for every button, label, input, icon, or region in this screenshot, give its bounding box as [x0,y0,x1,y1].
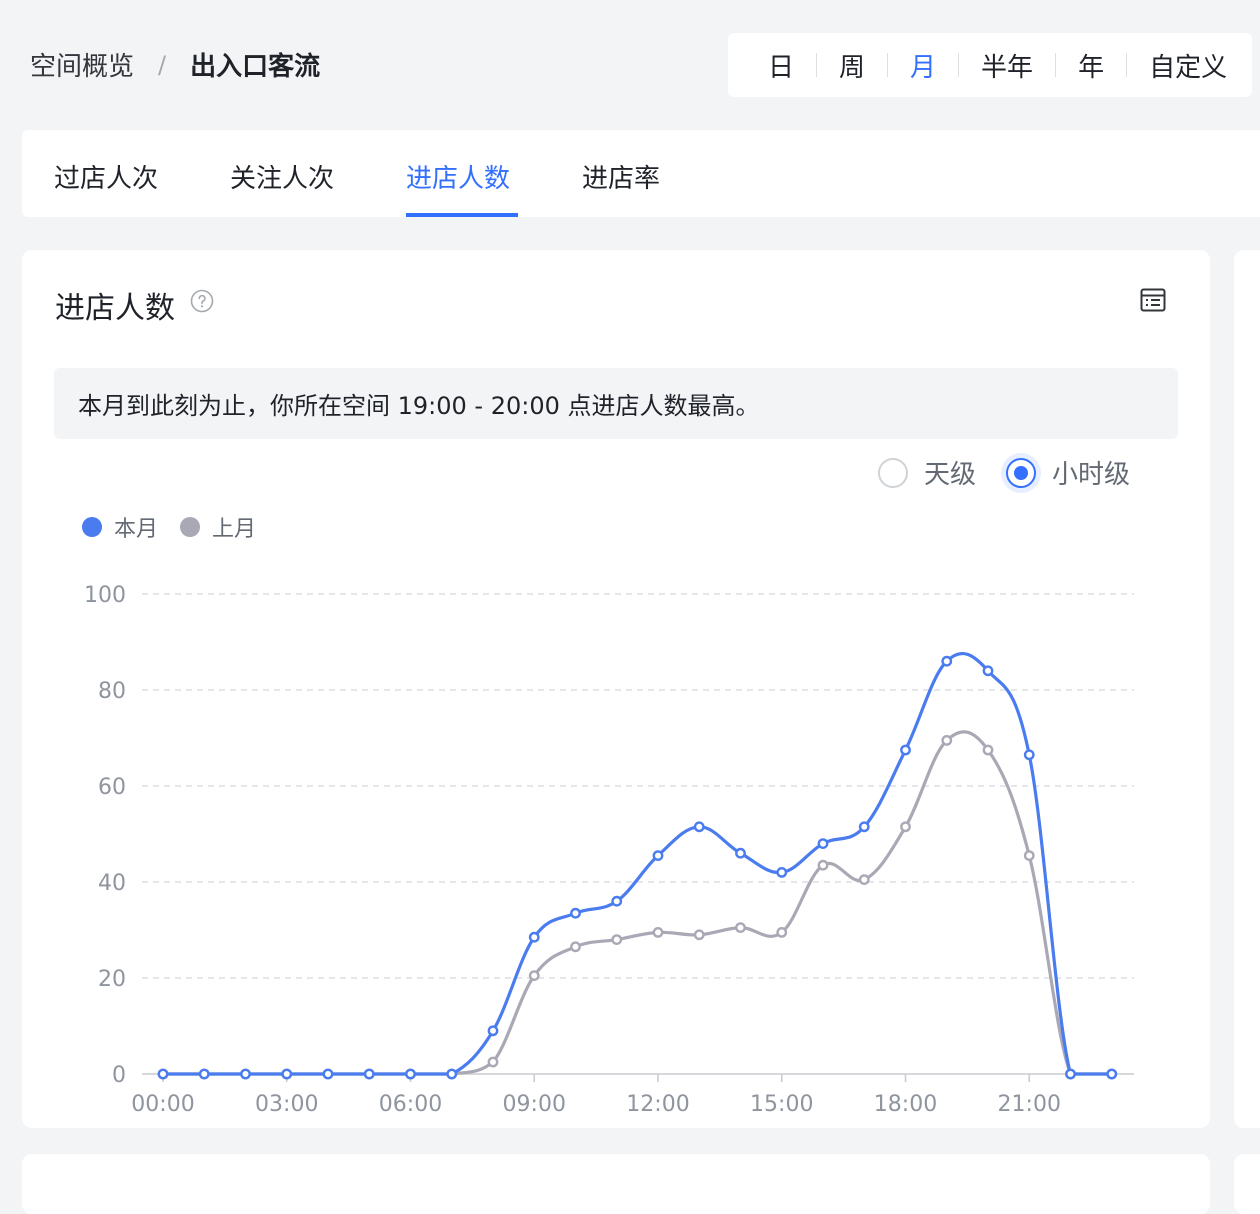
data-point-last-month [982,744,994,756]
data-point-this-month [1065,1068,1076,1080]
data-point-last-month [1023,850,1035,861]
y-tick-label: 40 [98,871,126,896]
breadcrumb: 空间概览 / 出入口客流 [30,46,320,83]
data-point-this-month [528,931,540,943]
data-point-last-month [693,929,705,941]
time-range-switch: 日 周 月 半年 年 自定义 [728,33,1252,97]
tab-passing-visits[interactable]: 过店人次 [54,158,158,195]
data-point-this-month [405,1068,416,1080]
data-point-this-month [776,867,788,878]
store-entries-card: 进店人数 本月到此刻为止，你所在空间 19:00 - 20:00 点进店人数最高… [22,250,1210,1128]
y-tick-label: 60 [98,775,126,800]
x-tick-label: 06:00 [379,1092,442,1117]
data-point-last-month [652,927,664,938]
range-day[interactable]: 日 [746,47,816,84]
x-tick-label: 21:00 [998,1092,1061,1117]
data-point-last-month [570,941,581,953]
data-point-this-month [1023,749,1035,761]
data-point-last-month [776,927,788,938]
data-point-last-month [817,859,829,871]
data-point-last-month [611,934,623,945]
data-point-last-month [941,734,953,746]
series-line-this-month [163,651,1112,1076]
data-point-this-month [363,1068,375,1080]
y-tick-label: 80 [98,679,126,704]
tab-entry-rate[interactable]: 进店率 [582,158,660,195]
data-point-this-month [281,1068,293,1080]
x-tick-label: 18:00 [874,1092,937,1117]
data-point-this-month [982,665,994,677]
data-point-this-month [487,1025,499,1037]
range-half-year[interactable]: 半年 [959,47,1055,84]
next-card [22,1154,1210,1214]
active-tab-indicator [406,213,518,217]
range-year[interactable]: 年 [1056,47,1126,84]
breadcrumb-separator: / [158,50,167,79]
data-point-last-month [858,874,870,885]
tab-store-entries[interactable]: 进店人数 [406,158,510,195]
data-point-last-month [900,821,911,833]
y-tick-label: 0 [112,1063,126,1088]
breadcrumb-current: 出入口客流 [190,52,321,82]
top-bar: 空间概览 / 出入口客流 日 周 月 半年 年 自定义 [0,0,1260,120]
x-tick-label: 15:00 [750,1092,813,1117]
data-point-this-month [570,907,581,919]
y-tick-label: 20 [98,967,126,992]
data-point-this-month [1106,1068,1118,1080]
range-week[interactable]: 周 [817,47,887,84]
data-point-this-month [858,821,870,833]
data-point-this-month [198,1068,210,1080]
x-tick-label: 12:00 [626,1092,689,1117]
data-point-this-month [446,1068,458,1080]
x-tick-label: 09:00 [503,1092,566,1117]
x-tick-label: 00:00 [131,1092,194,1117]
data-point-this-month [900,744,911,756]
series-line-last-month [163,730,1112,1076]
data-point-this-month [240,1068,251,1080]
data-point-this-month [941,655,953,667]
next-side-card [1234,1154,1260,1214]
x-tick-label: 03:00 [255,1092,318,1117]
side-card [1234,250,1260,1128]
data-point-this-month [735,847,746,859]
data-point-this-month [652,850,664,861]
data-point-this-month [817,838,829,849]
data-point-last-month [528,970,540,981]
line-chart: 0 20 40 60 80 100 00:00 03:00 06:00 09:00 12:00 15:… [84,583,1134,1117]
data-point-last-month [735,922,746,933]
data-point-this-month [693,821,705,833]
data-point-this-month [157,1068,169,1080]
range-custom[interactable]: 自定义 [1127,47,1249,84]
metric-tabs: 过店人次 关注人次 进店人数 进店率 [22,130,1260,217]
breadcrumb-parent[interactable]: 空间概览 [30,46,134,83]
data-point-this-month [322,1068,334,1080]
tab-attention-visits[interactable]: 关注人次 [230,158,334,195]
range-month[interactable]: 月 [888,47,958,84]
data-point-last-month [487,1056,499,1068]
y-tick-label: 100 [84,583,126,608]
data-point-this-month [611,895,623,907]
